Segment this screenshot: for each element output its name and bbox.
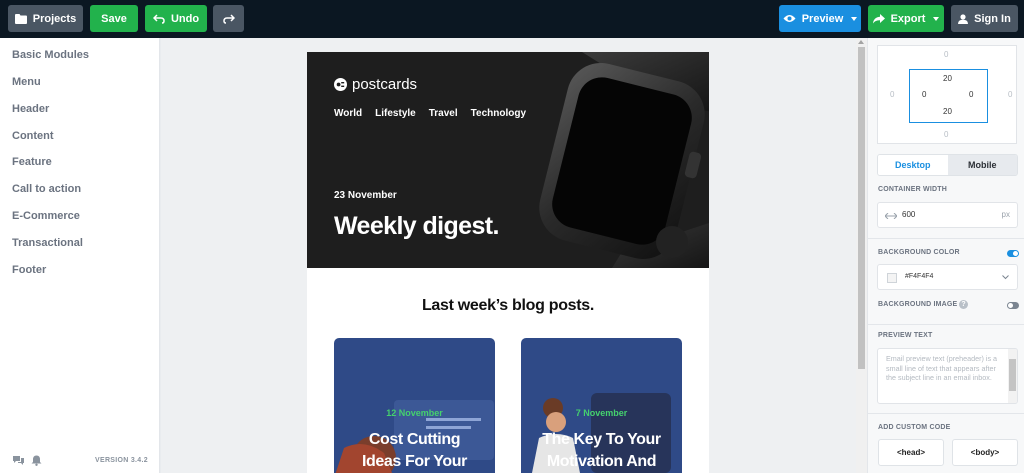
background-color-toggle[interactable] <box>1007 250 1019 257</box>
background-color-value[interactable]: #F4F4F4 <box>905 273 933 280</box>
textarea-scrollbar-thumb[interactable] <box>1009 359 1016 391</box>
tab-mobile[interactable]: Mobile <box>947 155 1017 175</box>
postcards-logo-icon <box>334 78 347 91</box>
container-width-label: CONTAINER WIDTH <box>878 186 947 193</box>
sign-in-button[interactable]: Sign In <box>951 5 1018 32</box>
settings-panel: 0 0 0 0 20 0 20 0 Desktop Mobile CONTAIN… <box>867 38 1024 473</box>
sidebar-item-feature[interactable]: Feature <box>12 156 52 168</box>
device-toggle: Desktop Mobile <box>877 154 1018 176</box>
scroll-up-arrow[interactable] <box>858 40 864 44</box>
redo-button[interactable] <box>213 5 244 32</box>
sidebar-item-basic-modules[interactable]: Basic Modules <box>12 49 89 61</box>
undo-icon <box>152 13 165 24</box>
divider <box>868 238 1024 239</box>
background-image-toggle[interactable] <box>1007 302 1019 309</box>
hero-section[interactable]: postcards World Lifestyle Travel Technol… <box>307 52 709 268</box>
export-button[interactable]: Export <box>868 5 944 32</box>
info-icon[interactable]: ? <box>959 300 968 309</box>
preview-button[interactable]: Preview <box>779 5 861 32</box>
export-label: Export <box>890 12 926 25</box>
margin-bottom-value[interactable]: 0 <box>944 130 948 139</box>
body-code-button[interactable]: <body> <box>952 439 1018 466</box>
sidebar-footer <box>12 455 42 466</box>
chat-icon[interactable] <box>12 455 25 466</box>
background-color-label: BACKGROUND COLOR <box>878 249 960 256</box>
nav-item-world[interactable]: World <box>334 108 362 119</box>
hero-date: 23 November <box>334 190 397 201</box>
card-date: 12 November <box>386 408 443 418</box>
tab-desktop[interactable]: Desktop <box>878 155 948 175</box>
container-width-field[interactable]: 600 px <box>877 202 1018 228</box>
version-label: VERSION 3.4.2 <box>95 457 148 464</box>
sidebar-item-call-to-action[interactable]: Call to action <box>12 183 81 195</box>
background-image-label: BACKGROUND IMAGE <box>878 301 958 308</box>
section-title: Last week’s blog posts. <box>421 297 595 314</box>
preview-text-label: PREVIEW TEXT <box>878 332 933 339</box>
share-arrow-icon <box>872 13 885 23</box>
nav-item-lifestyle[interactable]: Lifestyle <box>375 108 416 119</box>
folder-icon <box>14 13 27 24</box>
canvas-scrollbar-thumb[interactable] <box>858 47 865 369</box>
projects-label: Projects <box>32 12 77 25</box>
undo-button[interactable]: Undo <box>145 5 207 32</box>
nav-item-technology[interactable]: Technology <box>471 108 526 119</box>
container-width-value[interactable]: 600 <box>902 210 915 219</box>
padding-left-value[interactable]: 0 <box>922 90 926 99</box>
padding-top-value[interactable]: 20 <box>943 74 952 83</box>
margin-left-value[interactable]: 0 <box>890 90 894 99</box>
projects-button[interactable]: Projects <box>8 5 83 32</box>
blog-card[interactable]: 12 November Cost Cutting Ideas For Your <box>334 338 495 473</box>
email-nav: World Lifestyle Travel Technology <box>334 108 526 119</box>
chevron-down-icon <box>1002 275 1009 280</box>
sidebar-item-transactional[interactable]: Transactional <box>12 237 83 249</box>
head-code-button[interactable]: <head> <box>878 439 944 466</box>
brand-logo: postcards <box>334 76 417 93</box>
hero-title: Weekly digest. <box>334 212 499 240</box>
margin-top-value[interactable]: 0 <box>944 50 948 59</box>
sidebar-item-e-commerce[interactable]: E-Commerce <box>12 210 80 222</box>
bell-icon[interactable] <box>31 455 42 466</box>
sidebar-item-footer[interactable]: Footer <box>12 264 46 276</box>
sidebar-item-header[interactable]: Header <box>12 103 49 115</box>
divider <box>868 324 1024 325</box>
email-preview[interactable]: postcards World Lifestyle Travel Technol… <box>307 52 709 473</box>
preview-label: Preview <box>801 12 844 25</box>
logo-text: postcards <box>352 76 418 93</box>
user-icon <box>958 13 969 24</box>
padding-box: 20 0 20 0 <box>909 69 988 123</box>
card-title: The Key To Your Motivation And <box>542 431 661 470</box>
background-color-picker[interactable]: #F4F4F4 <box>877 264 1018 290</box>
nav-item-travel[interactable]: Travel <box>429 108 458 119</box>
blog-card[interactable]: 7 November The Key To Your Motivation And <box>521 338 682 473</box>
sidebar-item-content[interactable]: Content <box>12 130 54 142</box>
sidebar-item-menu[interactable]: Menu <box>12 76 41 88</box>
sign-in-label: Sign In <box>974 12 1011 25</box>
redo-icon <box>222 13 235 24</box>
preview-text-placeholder: Email preview text (preheader) is a smal… <box>886 354 998 383</box>
module-sidebar: Basic Modules Menu Header Content Featur… <box>0 38 160 473</box>
divider <box>868 413 1024 414</box>
container-width-unit: px <box>1001 210 1010 219</box>
save-label: Save <box>101 12 127 25</box>
eye-icon <box>783 15 796 22</box>
resize-horizontal-icon <box>885 213 897 219</box>
chevron-down-icon <box>933 16 940 21</box>
smartwatch-image <box>539 52 709 268</box>
padding-bottom-value[interactable]: 20 <box>943 107 952 116</box>
box-model-editor: 0 0 0 0 20 0 20 0 <box>877 45 1017 144</box>
editor-canvas: postcards World Lifestyle Travel Technol… <box>161 38 856 473</box>
custom-code-label: ADD CUSTOM CODE <box>878 424 951 431</box>
save-button[interactable]: Save <box>90 5 138 32</box>
margin-right-value[interactable]: 0 <box>1008 90 1012 99</box>
padding-right-value[interactable]: 0 <box>969 90 973 99</box>
color-swatch <box>887 273 897 283</box>
card-date: 7 November <box>575 408 628 418</box>
preview-text-input[interactable]: Email preview text (preheader) is a smal… <box>877 348 1018 404</box>
undo-label: Undo <box>170 12 200 25</box>
chevron-down-icon <box>851 16 858 21</box>
top-toolbar: Projects Save Undo Preview Export Sign I… <box>0 0 1024 38</box>
card-title: Cost Cutting Ideas For Your <box>362 431 467 470</box>
